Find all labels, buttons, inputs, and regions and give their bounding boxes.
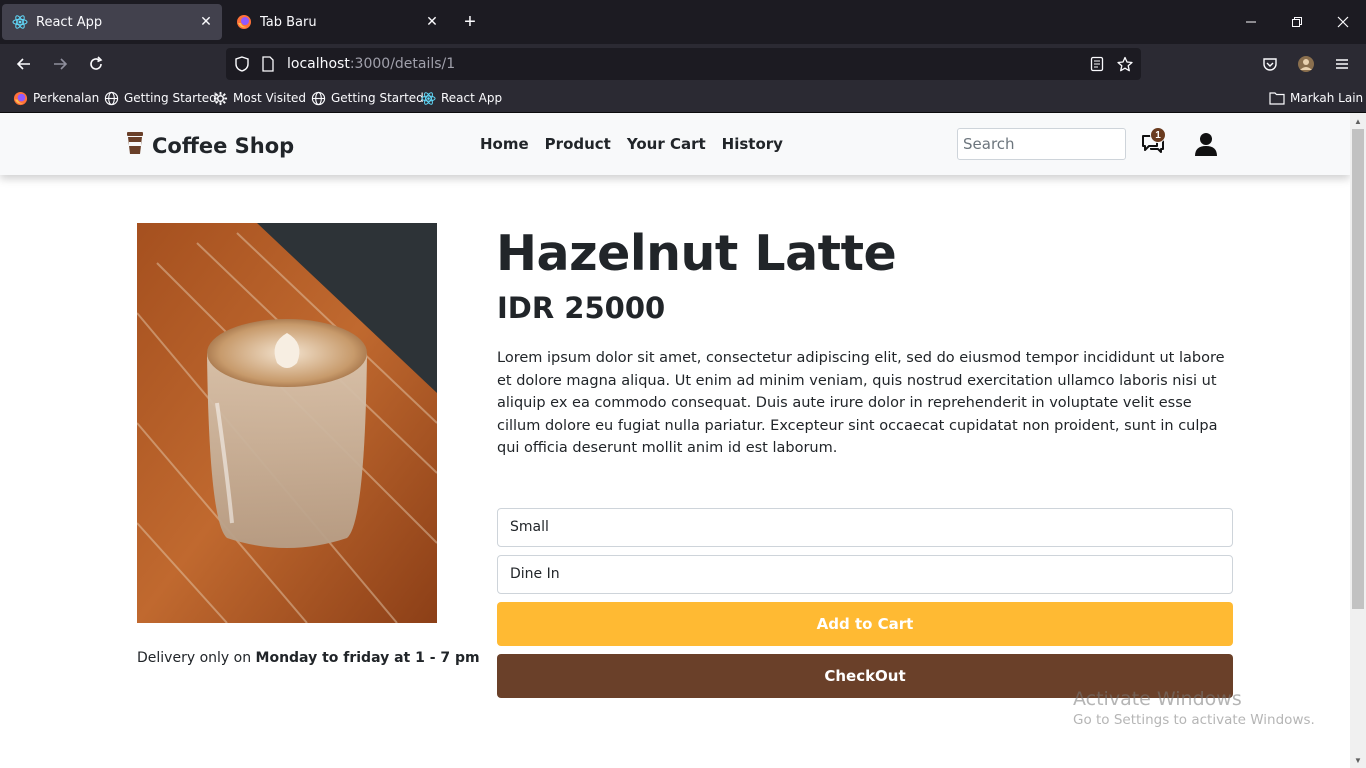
delivery-schedule: Monday to friday at 1 - 7 pm (255, 650, 480, 666)
hamburger-menu-icon[interactable] (1328, 50, 1356, 78)
watermark-title: Activate Windows (1073, 688, 1242, 710)
tab-react-app[interactable]: React App ✕ (2, 4, 222, 40)
chat-button[interactable]: 1 (1140, 127, 1166, 156)
page-scrollbar[interactable]: ▲ ▼ (1350, 113, 1366, 768)
bookmark-star-icon[interactable] (1116, 55, 1134, 73)
bookmarks-toolbar: Perkenalan Getting Started Most Visited … (0, 84, 1366, 113)
pocket-icon[interactable] (1256, 50, 1284, 78)
bookmark-item[interactable]: Perkenalan (12, 90, 99, 106)
url-host: localhost (287, 56, 350, 72)
bookmark-item[interactable]: React App (420, 90, 502, 106)
firefox-icon (236, 14, 252, 30)
site-header: Coffee Shop Home Product Your Cart Histo… (0, 113, 1350, 175)
chat-icon (1140, 135, 1166, 160)
page-viewport: Coffee Shop Home Product Your Cart Histo… (0, 113, 1350, 768)
forward-icon[interactable] (46, 50, 74, 78)
main-nav: Home Product Your Cart History (480, 135, 799, 153)
new-tab-button[interactable]: + (458, 10, 482, 34)
bookmark-label: Perkenalan (33, 91, 100, 105)
bookmark-label: React App (441, 91, 503, 105)
tab-new-tab[interactable]: Tab Baru ✕ (226, 4, 448, 40)
bookmark-label: Getting Started (331, 91, 424, 105)
minimize-button[interactable] (1236, 8, 1266, 36)
scroll-up-arrow-icon[interactable]: ▲ (1350, 113, 1366, 129)
product-price: IDR 25000 (497, 291, 666, 325)
react-icon (12, 14, 28, 30)
product-title: Hazelnut Latte (496, 225, 897, 282)
notification-badge: 1 (1150, 127, 1166, 143)
user-avatar-icon[interactable] (1194, 131, 1218, 157)
restore-button[interactable] (1282, 8, 1312, 36)
brand[interactable]: Coffee Shop (126, 131, 294, 160)
brand-title: Coffee Shop (152, 133, 295, 158)
url-path: :3000/details/1 (349, 56, 456, 72)
product-image (137, 223, 437, 623)
gear-icon (212, 90, 228, 106)
add-to-cart-button[interactable]: Add to Cart (497, 602, 1233, 646)
globe-icon (310, 90, 326, 106)
other-bookmarks-label: Markah Lain (1290, 91, 1364, 105)
nav-home[interactable]: Home (480, 135, 529, 153)
tab-title: React App (36, 14, 103, 30)
browser-nav-bar: localhost:3000/details/1 (0, 44, 1366, 84)
react-icon (420, 90, 436, 106)
extension-icon[interactable] (1292, 50, 1320, 78)
shield-icon[interactable] (233, 55, 251, 73)
nav-product[interactable]: Product (545, 135, 611, 153)
nav-history[interactable]: History (722, 135, 783, 153)
bookmark-item[interactable]: Getting Started (310, 90, 424, 106)
firefox-icon (12, 90, 28, 106)
tab-title: Tab Baru (260, 14, 317, 30)
delivery-method-select[interactable]: Dine In (497, 555, 1233, 594)
back-icon[interactable] (10, 50, 38, 78)
search-input[interactable]: Search (957, 128, 1126, 160)
other-bookmarks[interactable]: Markah Lain (1269, 90, 1363, 106)
bookmark-item[interactable]: Getting Started (103, 90, 217, 106)
globe-icon (103, 90, 119, 106)
page-icon[interactable] (259, 55, 277, 73)
watermark-subtitle: Go to Settings to activate Windows. (1073, 712, 1315, 728)
bookmark-item[interactable]: Most Visited (212, 90, 306, 106)
close-tab-icon[interactable]: ✕ (194, 10, 218, 34)
bookmark-label: Most Visited (233, 91, 307, 105)
close-tab-icon[interactable]: ✕ (420, 10, 444, 34)
close-window-button[interactable] (1328, 8, 1358, 36)
folder-icon (1269, 90, 1285, 106)
delivery-prefix: Delivery only on (137, 650, 256, 666)
reader-view-icon[interactable] (1088, 55, 1106, 73)
product-description: Lorem ipsum dolor sit amet, consectetur … (497, 350, 1225, 456)
reload-icon[interactable] (82, 50, 110, 78)
bookmark-label: Getting Started (124, 91, 217, 105)
size-select[interactable]: Small (497, 508, 1233, 547)
url-bar[interactable]: localhost:3000/details/1 (226, 48, 1141, 80)
browser-tab-bar: React App ✕ Tab Baru ✕ + (0, 0, 1366, 44)
coffee-cup-icon (126, 131, 144, 160)
delivery-info: Delivery only on Monday to friday at 1 -… (137, 650, 480, 666)
scroll-down-arrow-icon[interactable]: ▼ (1350, 752, 1366, 768)
nav-your-cart[interactable]: Your Cart (627, 135, 706, 153)
url-text[interactable]: localhost:3000/details/1 (287, 56, 455, 72)
scroll-thumb[interactable] (1352, 129, 1364, 609)
windows-activation-watermark: Activate Windows Go to Settings to activ… (1073, 688, 1315, 728)
